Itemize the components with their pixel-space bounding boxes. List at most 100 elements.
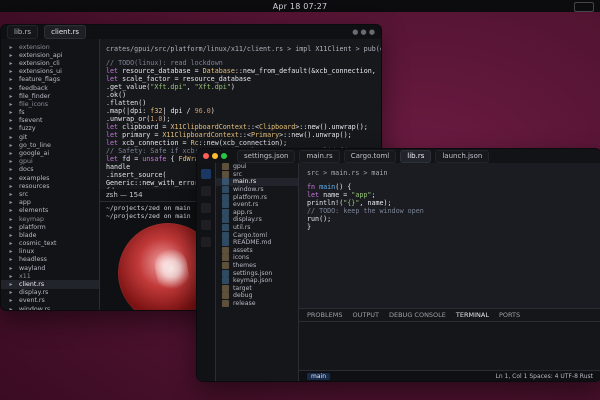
tab-lib-rs[interactable]: lib.rs <box>400 149 432 163</box>
run-debug-icon[interactable] <box>201 220 211 230</box>
zed-sidebar-item[interactable]: ▸ keymap <box>1 215 99 223</box>
file-icon: ▸ <box>9 150 13 158</box>
code-token: >::new().unwrap(); <box>295 123 368 131</box>
zed-sidebar-item[interactable]: ▸ gpui <box>1 158 99 166</box>
explorer-item[interactable]: icons <box>216 254 298 262</box>
explorer-item[interactable]: window.rs <box>216 186 298 194</box>
explorer-item[interactable]: target <box>216 284 298 293</box>
code-token: >::new().unwrap(); <box>279 131 352 139</box>
zed-sidebar-item[interactable]: ▸ client.rs <box>1 280 99 289</box>
zed-sidebar-item[interactable]: ▸ blade <box>1 231 99 239</box>
zed-sidebar-item[interactable]: ▸ headless <box>1 256 99 264</box>
zed-sidebar-item[interactable]: ▸ platform <box>1 223 99 231</box>
explorer-item[interactable]: main.rs <box>216 178 298 186</box>
explorer-item[interactable]: README.md <box>216 239 298 247</box>
battery-icon <box>574 2 594 12</box>
vscode-explorer: gpui src main.rs window.rs platform.rs event.… <box>216 163 299 381</box>
zed-sidebar-item[interactable]: ▸ cosmic_text <box>1 240 99 248</box>
zed-sidebar-item[interactable]: ▸ go_to_line <box>1 141 99 149</box>
zed-sidebar-item[interactable]: ▸ fsevent <box>1 117 99 125</box>
zed-sidebar-label: event.rs <box>19 297 45 305</box>
code-line: .get_value("Xft.dpi", "Xft.dpi") <box>106 83 375 91</box>
explorer-label: settings.json <box>233 269 273 277</box>
explorer-item[interactable]: event.rs <box>216 201 298 209</box>
file-icon: ▸ <box>9 223 13 231</box>
zed-sidebar-item[interactable]: ▸ file_finder <box>1 92 99 100</box>
zed-sidebar-item[interactable]: ▸ elements <box>1 207 99 215</box>
explorer-item[interactable]: app.rs <box>216 208 298 217</box>
file-icon: ▸ <box>9 281 13 289</box>
zed-sidebar-label: elements <box>19 207 49 215</box>
source-control-icon[interactable] <box>201 203 211 213</box>
panel-tab[interactable]: DEBUG CONSOLE <box>389 311 446 319</box>
zed-sidebar-item[interactable]: ▸ extension_api <box>1 51 99 59</box>
explorer-item[interactable]: keymap.json <box>216 277 298 285</box>
zed-sidebar-item[interactable]: ▸ event.rs <box>1 297 99 305</box>
tab-launch-json[interactable]: launch.json <box>435 149 490 163</box>
explorer-item[interactable]: Cargo.toml <box>216 231 298 239</box>
zed-sidebar-item[interactable]: ▸ file_icons <box>1 100 99 108</box>
zed-sidebar-item[interactable]: ▸ feature_flags <box>1 76 99 84</box>
extensions-icon[interactable] <box>201 237 211 247</box>
explorer-item[interactable]: assets <box>216 246 298 255</box>
zed-sidebar-item[interactable]: ▸ google_ai <box>1 149 99 157</box>
zed-sidebar-item[interactable]: ▸ git <box>1 133 99 141</box>
zed-tab-lib-rs[interactable]: lib.rs <box>7 25 39 39</box>
tab-cargo-toml[interactable]: Cargo.toml <box>343 149 397 163</box>
zed-sidebar-label: app <box>19 199 31 207</box>
search-icon[interactable] <box>201 186 211 196</box>
panel-tab[interactable]: OUTPUT <box>352 311 379 319</box>
zed-sidebar-item[interactable]: ▸ feedback <box>1 84 99 92</box>
explorer-item[interactable]: src <box>216 170 298 179</box>
zed-sidebar-item[interactable]: ▸ wayland <box>1 264 99 272</box>
file-icon <box>222 208 229 216</box>
explorer-item[interactable]: platform.rs <box>216 193 298 201</box>
panel-tab[interactable]: PORTS <box>499 311 520 319</box>
zed-sidebar-item[interactable]: ▸ extension_cli <box>1 59 99 67</box>
zed-sidebar-item[interactable]: ▸ examples <box>1 174 99 182</box>
zed-window-controls: ● ● ● <box>352 28 375 36</box>
explorer-item[interactable]: display.rs <box>216 216 298 224</box>
explorer-item[interactable]: release <box>216 299 298 308</box>
tab-settings-json[interactable]: settings.json <box>237 149 296 163</box>
file-icon: ▸ <box>9 182 13 190</box>
code-comment: // TODO(linux): read lockdown <box>106 59 223 67</box>
code-line: .flatten() <box>106 99 375 107</box>
explorer-item[interactable]: themes <box>216 262 298 270</box>
code-line: let scale_factor = resource_database <box>106 75 375 83</box>
zed-sidebar-item[interactable]: ▸ display.rs <box>1 289 99 297</box>
minimize-icon[interactable] <box>212 153 218 159</box>
zed-sidebar-item[interactable]: ▸ docs <box>1 166 99 174</box>
zed-sidebar-item[interactable]: ▸ window.rs <box>1 305 99 310</box>
explorer-label: debug <box>233 292 253 300</box>
explorer-item[interactable]: gpui <box>216 163 298 171</box>
panel-tab[interactable]: TERMINAL <box>456 311 489 319</box>
maximize-icon[interactable] <box>221 153 227 159</box>
code-token: name = <box>323 191 352 199</box>
explorer-label: themes <box>233 262 257 270</box>
zed-tab-client-rs[interactable]: client.rs <box>44 25 87 39</box>
panel-tab[interactable]: PROBLEMS <box>307 311 342 319</box>
zed-sidebar-item[interactable]: ▸ fs <box>1 109 99 117</box>
explorer-item[interactable]: util.rs <box>216 224 298 232</box>
zed-sidebar-item[interactable]: ▸ fuzzy <box>1 125 99 133</box>
zed-sidebar-item[interactable]: ▸ resources <box>1 182 99 190</box>
status-branch[interactable]: main <box>307 372 330 380</box>
zed-sidebar-label: x11 <box>19 272 31 280</box>
file-icon: ▸ <box>9 141 13 149</box>
explorer-item[interactable]: debug <box>216 292 298 300</box>
vscode-editor[interactable]: src > main.rs > main fn main() { let nam… <box>299 163 600 320</box>
explorer-icon[interactable] <box>201 169 211 179</box>
tab-main-rs[interactable]: main.rs <box>299 149 340 163</box>
close-icon[interactable] <box>203 153 209 159</box>
zed-sidebar-label: gpui <box>19 158 33 166</box>
zed-sidebar-item[interactable]: ▸ extension <box>1 43 99 51</box>
zed-sidebar-item[interactable]: ▸ app <box>1 199 99 207</box>
zed-sidebar-item[interactable]: ▸ linux <box>1 248 99 256</box>
zed-sidebar-label: google_ai <box>19 150 50 158</box>
zed-sidebar-item[interactable]: ▸ extensions_ui <box>1 68 99 76</box>
code-token: Primary <box>250 131 280 139</box>
zed-sidebar-item[interactable]: ▸ src <box>1 190 99 198</box>
zed-sidebar-item[interactable]: ▸ x11 <box>1 272 99 280</box>
explorer-item[interactable]: settings.json <box>216 269 298 277</box>
